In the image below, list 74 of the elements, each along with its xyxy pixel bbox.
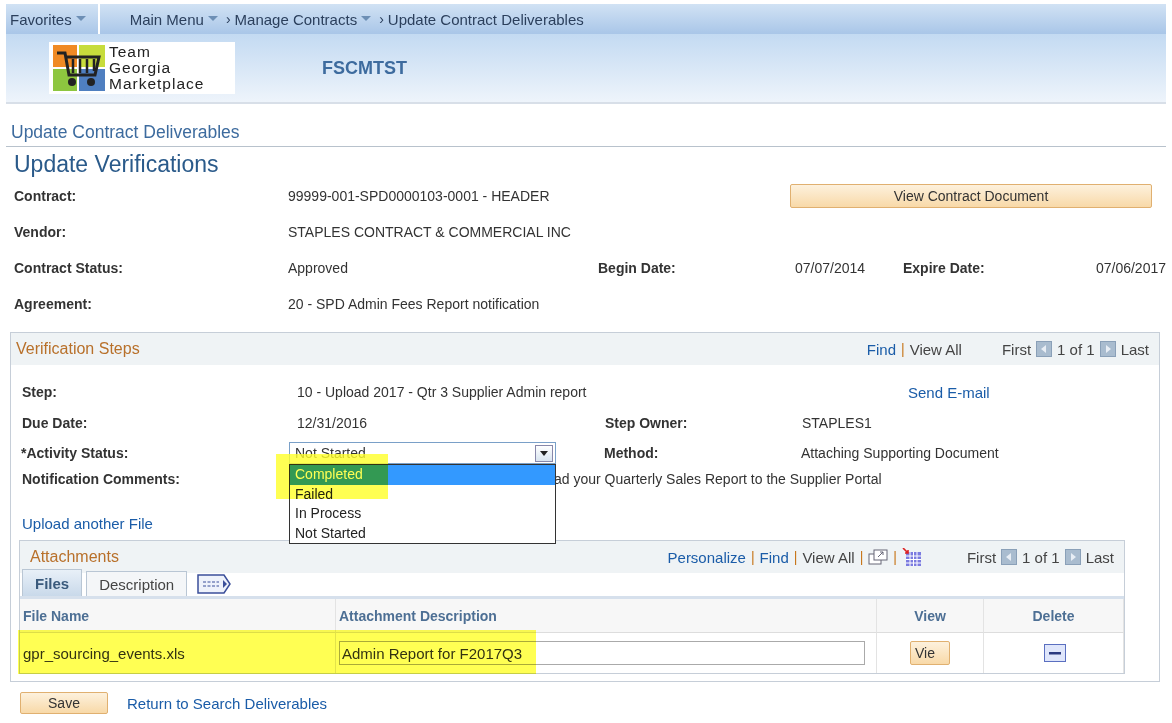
page-title: Update Verifications <box>13 150 220 178</box>
field-label: Vendor: <box>14 224 68 240</box>
field-label: Contract Status: <box>14 260 124 276</box>
personalize-link[interactable]: Personalize <box>667 548 746 566</box>
field-value: Approved <box>288 260 349 276</box>
field-value: STAPLES CONTRACT & COMMERCIAL INC <box>288 224 572 240</box>
environment-name: FSCMTST <box>322 57 407 79</box>
breadcrumb-link[interactable]: Update Contract Deliverables <box>383 4 588 34</box>
upload-file-link[interactable]: Upload another File <box>22 515 153 532</box>
find-link[interactable]: Find <box>759 548 789 566</box>
spreadsheet-download-icon[interactable] <box>901 547 922 567</box>
field-value: 07/07/2014 <box>795 260 867 276</box>
link-separator: | <box>893 549 897 565</box>
field-label: Due Date: <box>22 414 89 431</box>
field-label: Contract: <box>14 188 78 204</box>
caret-icon <box>75 16 86 22</box>
view-button[interactable]: Vie <box>910 641 950 665</box>
last-label: Last <box>1085 548 1114 566</box>
field-label: Notification Comments: <box>22 471 181 487</box>
find-link[interactable]: Find <box>866 340 897 358</box>
logo-text: Team Georgia Marketplace <box>109 44 205 92</box>
return-link[interactable]: Return to Search Deliverables <box>127 694 328 712</box>
first-label: First <box>966 548 997 566</box>
link-separator: | <box>901 341 905 357</box>
next-icon[interactable] <box>1099 341 1116 357</box>
page-count: 1 of 1 <box>1022 548 1060 566</box>
panel-title: Verification Steps <box>16 340 141 358</box>
field-label: *Activity Status: <box>21 445 130 461</box>
field-label: Step Owner: <box>605 414 689 431</box>
tab[interactable]: Description <box>86 571 188 596</box>
field-value: 12/31/2016 <box>297 414 369 431</box>
breadcrumb-separator: › <box>225 11 231 27</box>
column-header: View <box>877 599 984 633</box>
field-value: Attaching Supporting Document <box>801 445 1000 461</box>
link-separator: | <box>793 549 798 565</box>
link-separator: | <box>859 549 864 565</box>
breadcrumb-title: Update Contract Deliverables <box>6 122 1166 147</box>
field-value: 99999-001-SPD0000103-0001 - HEADER <box>288 188 551 204</box>
dropdown-arrow-icon <box>540 450 548 456</box>
link-separator: | <box>750 549 755 565</box>
column-header: Attachment Description <box>336 599 877 633</box>
cart-icon <box>53 45 105 91</box>
field-value: STAPLES1 <box>802 414 873 431</box>
view-all-link[interactable]: View All <box>802 548 855 566</box>
column-header: Delete <box>984 599 1124 633</box>
previous-icon[interactable] <box>1001 549 1018 565</box>
next-icon[interactable] <box>1064 549 1081 565</box>
field-value: 07/06/2017 <box>1094 260 1166 276</box>
column-header: File Name <box>20 599 336 633</box>
new-window-icon[interactable] <box>868 549 889 565</box>
previous-icon[interactable] <box>1036 341 1053 357</box>
caret-icon <box>207 16 218 22</box>
view-contract-button[interactable]: View Contract Document <box>790 184 1152 208</box>
tab[interactable]: Files <box>22 569 83 596</box>
field-label: Begin Date: <box>598 260 677 276</box>
caret-icon <box>361 16 372 22</box>
view-all-link[interactable]: View All <box>909 340 962 358</box>
last-label: Last <box>1120 340 1149 358</box>
show-all-columns-icon[interactable] <box>197 574 232 594</box>
field-label: Method: <box>604 445 660 461</box>
breadcrumb-separator: › <box>379 11 384 27</box>
grid-title: Attachments <box>29 548 120 566</box>
field-value: 10 - Upload 2017 - Qtr 3 Supplier Admin report <box>297 384 588 400</box>
save-button[interactable]: Save <box>20 692 108 714</box>
field-label: Step: <box>22 384 58 400</box>
first-label: First <box>1001 340 1032 358</box>
menu-link[interactable]: Manage Contracts <box>230 4 376 34</box>
field-label: Expire Date: <box>903 260 986 276</box>
menu-link[interactable]: Main Menu <box>125 4 222 34</box>
page-count: 1 of 1 <box>1057 340 1095 358</box>
send-email-link[interactable]: Send E-mail <box>908 383 990 401</box>
field-label: Agreement: <box>14 296 93 312</box>
field-value: 20 - SPD Admin Fees Report notification <box>288 296 541 312</box>
delete-row-icon[interactable] <box>1044 644 1066 662</box>
